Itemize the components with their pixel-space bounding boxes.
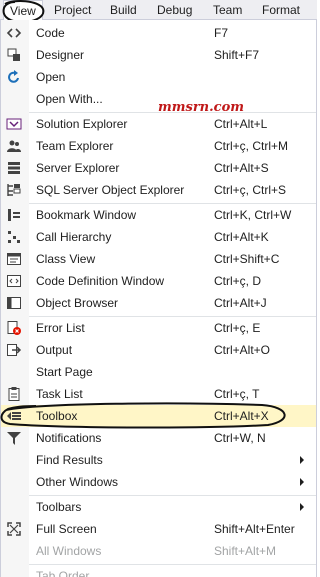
menu-debug[interactable]: Debug [157, 0, 192, 20]
menu-item-label: Call Hierarchy [36, 230, 112, 244]
server-explorer-icon [6, 160, 22, 176]
menu-item-find-results[interactable]: Find Results [1, 449, 316, 471]
solution-explorer-icon [6, 116, 22, 132]
menu-item-shortcut: Ctrl+ç, D [214, 274, 262, 288]
menu-item-server-explorer[interactable]: Server Explorer Ctrl+Alt+S [1, 157, 316, 179]
menu-item-code[interactable]: Code F7 [1, 22, 316, 44]
menu-item-class-view[interactable]: Class View Ctrl+Shift+C [1, 248, 316, 270]
menu-item-label: Other Windows [36, 475, 119, 489]
menu-item-label: Notifications [36, 431, 102, 445]
menu-item-notifications[interactable]: Notifications Ctrl+W, N [1, 427, 316, 449]
menu-build[interactable]: Build [110, 0, 137, 20]
menu-item-label: Code [36, 26, 65, 40]
menu-item-label: Server Explorer [36, 161, 120, 175]
code-definition-icon [6, 273, 22, 289]
menu-item-label: Bookmark Window [36, 208, 137, 222]
menu-item-designer[interactable]: Designer Shift+F7 [1, 44, 316, 66]
output-icon [6, 342, 22, 358]
menu-item-label: Solution Explorer [36, 117, 128, 131]
submenu-arrow-icon [300, 456, 304, 464]
menu-item-shortcut: F7 [214, 26, 229, 40]
call-hierarchy-icon [6, 229, 22, 245]
bookmark-icon [6, 207, 22, 223]
menu-item-shortcut: Ctrl+Alt+S [214, 161, 269, 175]
menu-item-solution-explorer[interactable]: Solution Explorer Ctrl+Alt+L [1, 113, 316, 135]
start-page-icon [6, 364, 22, 380]
menu-item-other-windows[interactable]: Other Windows [1, 471, 316, 493]
submenu-arrow-icon [300, 478, 304, 486]
menu-item-label: Class View [36, 252, 96, 266]
menu-item-shortcut: Ctrl+W, N [214, 431, 266, 445]
code-icon [6, 25, 22, 41]
menu-item-shortcut: Shift+Alt+M [214, 544, 277, 558]
full-screen-icon [6, 521, 22, 537]
menu-item-shortcut: Ctrl+ç, Ctrl+M [214, 139, 289, 153]
menu-item-open[interactable]: Open [1, 66, 316, 88]
menu-item-label: Error List [36, 321, 85, 335]
menu-item-shortcut: Ctrl+Alt+J [214, 296, 267, 310]
menu-item-shortcut: Ctrl+Alt+K [214, 230, 269, 244]
menu-item-label: Start Page [36, 365, 93, 379]
menu-item-toolbars[interactable]: Toolbars [1, 496, 316, 518]
team-explorer-icon [6, 138, 22, 154]
submenu-arrow-icon [300, 503, 304, 511]
menu-item-team-explorer[interactable]: Team Explorer Ctrl+ç, Ctrl+M [1, 135, 316, 157]
menu-item-error-list[interactable]: Error List Ctrl+ç, E [1, 317, 316, 339]
menu-item-code-definition-window[interactable]: Code Definition Window Ctrl+ç, D [1, 270, 316, 292]
error-list-icon [6, 320, 22, 336]
menu-item-shortcut: Ctrl+Alt+O [214, 343, 271, 357]
menu-item-shortcut: Shift+Alt+Enter [214, 522, 295, 536]
menu-item-output[interactable]: Output Ctrl+Alt+O [1, 339, 316, 361]
menu-item-label: Open With... [36, 92, 103, 106]
menu-item-shortcut: Ctrl+Alt+L [214, 117, 268, 131]
menu-item-label: Find Results [36, 453, 103, 467]
menu-item-shortcut: Ctrl+Shift+C [214, 252, 280, 266]
view-dropdown-menu: mmsrn.com Code F7 Designer Shift+F7 Open… [0, 20, 317, 577]
task-list-icon [6, 386, 22, 402]
menu-item-shortcut: Ctrl+ç, Ctrl+S [214, 183, 287, 197]
menu-format[interactable]: Format [262, 0, 300, 20]
menu-item-object-browser[interactable]: Object Browser Ctrl+Alt+J [1, 292, 316, 314]
menu-item-label: Code Definition Window [36, 274, 165, 288]
menu-item-shortcut: Ctrl+Alt+X [214, 409, 269, 423]
menu-item-label: Toolbox [36, 409, 78, 423]
menu-item-open-with[interactable]: Open With... [1, 88, 316, 110]
menu-project[interactable]: Project [54, 0, 91, 20]
designer-icon [6, 47, 22, 63]
menu-item-bookmark-window[interactable]: Bookmark Window Ctrl+K, Ctrl+W [1, 204, 316, 226]
class-view-icon [6, 251, 22, 267]
menu-view[interactable]: View [3, 0, 43, 21]
menu-item-task-list[interactable]: Task List Ctrl+ç, T [1, 383, 316, 405]
sql-explorer-icon [6, 182, 22, 198]
menu-bar: View Project Build Debug Team Format [0, 0, 317, 21]
menu-item-sql-explorer[interactable]: SQL Server Object Explorer Ctrl+ç, Ctrl+… [1, 179, 316, 201]
menu-item-tab-order[interactable]: Tab Order [1, 565, 316, 577]
menu-item-label: Tab Order [36, 569, 90, 577]
menu-item-label: Team Explorer [36, 139, 114, 153]
menu-item-shortcut: Shift+F7 [214, 48, 260, 62]
menu-item-shortcut: Ctrl+ç, T [214, 387, 260, 401]
menu-item-label: Full Screen [36, 522, 97, 536]
menu-item-label: Designer [36, 48, 85, 62]
notifications-icon [6, 430, 22, 446]
menu-item-label: Task List [36, 387, 83, 401]
menu-item-label: Output [36, 343, 73, 357]
open-icon [6, 69, 22, 85]
menu-item-shortcut: Ctrl+K, Ctrl+W [214, 208, 292, 222]
menu-item-toolbox[interactable]: Toolbox Ctrl+Alt+X [1, 405, 316, 427]
toolbox-icon [6, 408, 22, 424]
menu-team[interactable]: Team [213, 0, 242, 20]
menu-item-all-windows[interactable]: All Windows Shift+Alt+M [1, 540, 316, 562]
menu-item-call-hierarchy[interactable]: Call Hierarchy Ctrl+Alt+K [1, 226, 316, 248]
menu-item-label: SQL Server Object Explorer [36, 183, 185, 197]
menu-item-label: Toolbars [36, 500, 82, 514]
object-browser-icon [6, 295, 22, 311]
menu-item-start-page[interactable]: Start Page [1, 361, 316, 383]
menu-item-label: Open [36, 70, 66, 84]
menu-item-full-screen[interactable]: Full Screen Shift+Alt+Enter [1, 518, 316, 540]
menu-item-shortcut: Ctrl+ç, E [214, 321, 261, 335]
menu-item-label: Object Browser [36, 296, 119, 310]
menu-item-label: All Windows [36, 544, 102, 558]
